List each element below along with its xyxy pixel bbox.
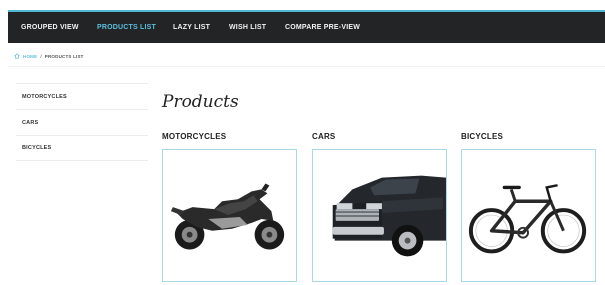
nav-item-wish-list[interactable]: WISH LIST bbox=[229, 24, 266, 31]
category-title-bicycles[interactable]: BICYCLES bbox=[461, 132, 503, 141]
top-navigation-bar: GROUPED VIEW PRODUCTS LIST LAZY LIST WIS… bbox=[8, 10, 605, 43]
category-card-cars[interactable] bbox=[312, 149, 447, 282]
category-card-bicycles[interactable] bbox=[461, 149, 596, 282]
category-title-motorcycles[interactable]: MOTORCYCLES bbox=[162, 132, 226, 141]
breadcrumb-home-link[interactable]: HOME bbox=[23, 54, 37, 59]
breadcrumb-current: PRODUCTS LIST bbox=[44, 53, 84, 59]
motorcycle-image bbox=[170, 183, 285, 250]
sidebar-item-cars[interactable]: CARS bbox=[16, 109, 148, 135]
category-card-motorcycles[interactable] bbox=[162, 149, 297, 282]
category-title-cars[interactable]: CARS bbox=[312, 132, 335, 141]
breadcrumb-divider bbox=[8, 66, 605, 67]
home-icon[interactable] bbox=[14, 53, 20, 59]
nav-item-grouped-view[interactable]: GROUPED VIEW bbox=[21, 24, 79, 31]
breadcrumb: HOME / PRODUCTS LIST bbox=[14, 51, 84, 61]
nav-item-lazy-list[interactable]: LAZY LIST bbox=[173, 24, 210, 31]
page-title: Products bbox=[162, 92, 239, 112]
bicycle-image bbox=[468, 184, 587, 254]
sidebar-item-motorcycles[interactable]: MOTORCYCLES bbox=[16, 83, 148, 109]
sidebar-item-bicycles[interactable]: BICYCLES bbox=[16, 135, 148, 161]
category-sidebar: MOTORCYCLES CARS BICYCLES bbox=[16, 83, 148, 161]
pickup-truck-image bbox=[332, 175, 446, 257]
breadcrumb-separator: / bbox=[40, 53, 42, 59]
nav-item-compare-preview[interactable]: COMPARE PRE-VIEW bbox=[285, 24, 360, 31]
nav-item-products-list[interactable]: PRODUCTS LIST bbox=[97, 24, 156, 31]
